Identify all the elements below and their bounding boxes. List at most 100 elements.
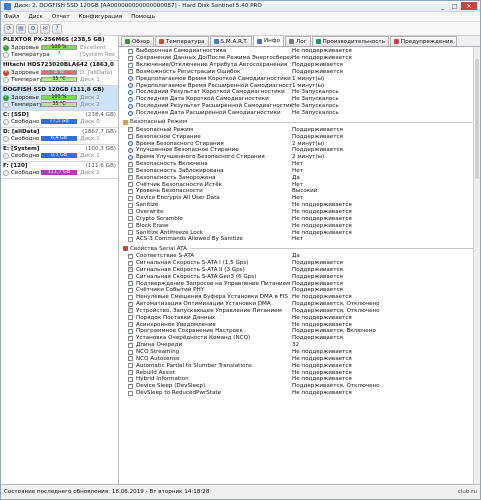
section-header: Безопасный Режим: [123, 118, 480, 126]
info-row: Overwrite Не поддерживается: [123, 209, 480, 216]
info-label: Сигнальная Скорость S-ATA Gen3 (6 Gps): [136, 273, 257, 280]
info-row: ✓ Включение/Отключение Атрибута Автосохра…: [123, 62, 480, 69]
volume-item[interactable]: D: [allData] (1867,7 GB) Свободно 6,4 GB Дис…: [1, 128, 118, 145]
info-value: 1 минут(ы): [292, 82, 325, 89]
info-row: Последняя Дата Расширенной Самодиагности…: [123, 110, 480, 117]
disk-item[interactable]: Hitachi HDS723020BLA642 (1863,0 GB) ✕ Здор…: [1, 61, 118, 86]
tab-label: S.M.A.R.T.: [220, 38, 248, 45]
section-title: Безопасный Режим: [130, 119, 188, 126]
tab-strip: Обзор Температура S.M.A.R.T. Инфо Лог Произво…: [119, 36, 480, 47]
volume-extra: Диск 2: [80, 169, 100, 176]
mail-icon[interactable]: ✉: [40, 23, 50, 34]
menu-file[interactable]: Файл: [4, 14, 19, 20]
info-value: Нет: [292, 161, 303, 168]
info-row: Последний Результат Расширенной Самодиаг…: [123, 103, 480, 110]
empty-box-icon: [128, 322, 133, 328]
clock-icon: [128, 76, 133, 82]
checked-box-icon: ✓: [128, 48, 133, 54]
menu-config[interactable]: Конфигурация: [79, 14, 123, 20]
scrollbar-thumb[interactable]: [475, 59, 479, 179]
tab-info[interactable]: Инфо: [252, 36, 284, 46]
config-icon[interactable]: ⚙: [28, 23, 38, 34]
info-value: Не поддерживается: [292, 208, 352, 215]
menu-report[interactable]: Отчет: [52, 14, 70, 20]
free-space-bar: 0,3 GB: [41, 153, 77, 158]
info-label: Overwrite: [136, 208, 164, 215]
info-label: Время Улучшенного Безопасного Стирания: [136, 154, 265, 161]
free-space-bar: 6,4 GB: [41, 136, 77, 141]
info-label: Устройство, Запускающее Управление Питан…: [136, 307, 282, 314]
checked-box-icon: ✓: [128, 55, 133, 61]
info-row: Порядок Поставки Данных Не поддерживается: [123, 314, 480, 321]
info-row: ✓ Безопасность Включена Нет: [123, 161, 480, 168]
tab-log[interactable]: Лог: [285, 36, 311, 46]
disk-item[interactable]: DOGFISH SSD 120GB (111,8 GB) ✓ Здоровье 100…: [1, 86, 118, 111]
info-row: ✓ Счётчик Безопасности Истёк Нет: [123, 181, 480, 188]
health-bar: 8 %: [41, 70, 77, 75]
help-icon[interactable]: ?: [52, 23, 62, 34]
tab-thermometer[interactable]: Температура: [154, 36, 209, 46]
empty-box-icon: [128, 370, 133, 376]
close-button[interactable]: ✕: [461, 2, 477, 10]
info-row: ✓ Подтверждение Запросов на Управление Пи…: [123, 280, 480, 287]
info-row: Hybrid Information Не поддерживается: [123, 376, 480, 383]
info-label: Длина Очереди: [136, 342, 183, 349]
volume-item[interactable]: E: [System] (100,3 GB) Свободно 0,3 GB Диск …: [1, 145, 118, 162]
report-icon[interactable]: ▤: [16, 23, 26, 34]
info-value: Поддерживается: [292, 68, 343, 75]
info-value: Поддерживается: [292, 62, 343, 69]
empty-box-icon: [128, 236, 133, 242]
maximize-button[interactable]: □: [449, 2, 460, 10]
health-label: Здоровье: [11, 44, 39, 51]
tab-overview[interactable]: Обзор: [121, 36, 154, 46]
refresh-icon[interactable]: ⟳: [4, 23, 14, 34]
empty-box-icon: [128, 195, 133, 201]
info-label: Device Encrypts All User Data: [136, 195, 220, 202]
info-value: Не поддерживается: [292, 229, 352, 236]
info-value: Не поддерживается: [292, 321, 352, 328]
info-label: Sanitize: [136, 202, 159, 209]
thermometer-icon: [3, 76, 9, 83]
info-label: Уровень Безопасности: [136, 188, 203, 195]
app-icon: [4, 2, 11, 10]
info-value: Не поддерживается: [292, 202, 352, 209]
info-value: Не поддерживается: [292, 222, 352, 229]
info-row: Последний Результат Короткой Самодиагнос…: [123, 89, 480, 96]
info-value: Не поддерживается: [292, 369, 352, 376]
menu-bar: Файл Диск Отчет Конфигурация Помощь: [1, 12, 480, 22]
tab-label: Лог: [296, 38, 307, 45]
volume-item[interactable]: F: [120] (111,6 GB) Свободно 111,7 GB Диск 2: [1, 162, 118, 179]
checked-box-icon: ✓: [128, 300, 133, 307]
info-value: Не поддерживается: [292, 355, 352, 362]
info-label: Безопасность Заморожена: [136, 174, 216, 181]
info-label: Счётчик Безопасности Истёк: [136, 181, 223, 188]
disk-name: Hitachi HDS723020BLA642 (1863,0 GB): [3, 62, 116, 68]
menu-disk[interactable]: Диск: [28, 14, 42, 20]
tab-alerts[interactable]: Предупреждения: [389, 36, 457, 46]
volume-item[interactable]: C: [SSD] (238,4 GB) Свободно 77,3 GB Диск 0: [1, 111, 118, 128]
info-row: ✓ Безопасный Режим Поддерживается: [123, 126, 480, 133]
log-icon: [289, 39, 294, 44]
info-row: Rebuild Assist Не поддерживается: [123, 369, 480, 376]
tab-smart[interactable]: S.M.A.R.T.: [209, 36, 252, 46]
menu-help[interactable]: Помощь: [131, 14, 155, 20]
temperature-bar: 35 °C: [41, 102, 77, 107]
info-value: Не Запускалось: [292, 96, 339, 103]
checked-box-icon: ✓: [128, 382, 133, 389]
info-row: Улучшенное Безопасное Стирание Поддержива…: [123, 147, 480, 154]
title-bar: Диск: 2, DOGFISH SSD 120GB [AA0000000000…: [1, 1, 480, 12]
info-label: Сигнальная Скорость S-ATA I (1,5 Gps): [136, 260, 249, 267]
info-label: Безопасность Включена: [136, 161, 208, 168]
tab-performance[interactable]: Производительность: [311, 36, 389, 46]
minimize-button[interactable]: _: [437, 2, 448, 10]
disk-item[interactable]: PLEXTOR PX-256M6S (238,5 GB) ✓ Здоровье 100…: [1, 36, 118, 61]
section-icon: [123, 246, 128, 252]
info-value: Не Запускалось: [292, 89, 339, 96]
thermometer-icon: [158, 39, 164, 44]
volume-size: (238,4 GB): [85, 112, 116, 118]
info-label: Последний Результат Короткой Самодиагнос…: [136, 89, 285, 96]
info-icon: [256, 38, 262, 44]
disk-health-row: ✓ Здоровье 100 % Excellent: [3, 44, 116, 51]
free-space-bar: 111,7 GB: [41, 170, 77, 175]
vertical-scrollbar[interactable]: [473, 47, 480, 484]
